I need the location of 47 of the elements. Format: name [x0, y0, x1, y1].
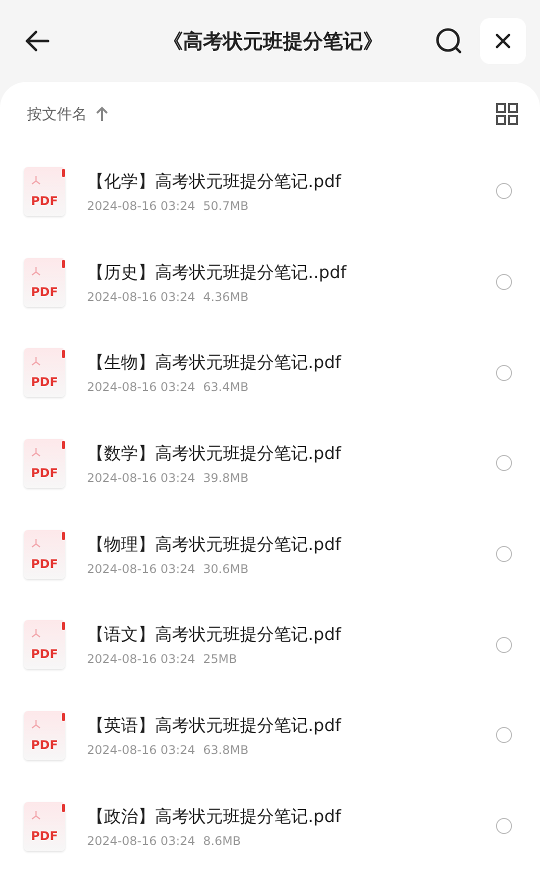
file-date: 2024-08-16 03:24 [87, 652, 196, 666]
file-size: 39.8MB [203, 470, 248, 485]
pdf-file-icon: PDF [24, 530, 65, 579]
pdf-file-icon: PDF [24, 438, 65, 488]
select-radio[interactable] [496, 727, 512, 744]
file-date: 2024-08-16 03:24 [87, 742, 196, 757]
select-radio[interactable] [496, 455, 512, 472]
close-icon [495, 33, 511, 49]
file-size: 63.4MB [203, 380, 248, 394]
page-title: 《高考状元班提分笔记》 [162, 28, 384, 54]
file-date: 2024-08-16 03:24 [87, 470, 196, 485]
file-name[interactable]: 【语文】高考状元班提分笔记.pdf [87, 623, 496, 646]
file-name[interactable]: 【化学】高考状元班提分笔记.pdf [87, 170, 496, 193]
select-radio[interactable] [496, 183, 512, 200]
sort-button[interactable]: 按文件名 [27, 104, 109, 124]
search-icon[interactable] [434, 26, 464, 56]
file-name[interactable]: 【物理】高考状元班提分笔记.pdf [87, 532, 496, 556]
file-size: 63.8MB [203, 742, 248, 757]
file-date: 2024-08-16 03:24 [87, 198, 196, 213]
select-radio[interactable] [496, 546, 512, 562]
select-radio[interactable] [496, 274, 512, 290]
close-button[interactable] [480, 18, 526, 64]
file-name[interactable]: 【数学】高考状元班提分笔记.pdf [87, 442, 496, 465]
file-date: 2024-08-16 03:24 [87, 380, 196, 394]
file-date: 2024-08-16 03:24 [87, 834, 196, 848]
pdf-file-icon: PDF [24, 258, 65, 307]
file-size: 25MB [203, 652, 237, 666]
pdf-file-icon: PDF [24, 710, 65, 760]
file-name[interactable]: 【历史】高考状元班提分笔记..pdf [87, 260, 496, 284]
arrow-up-icon [95, 106, 109, 122]
pdf-file-icon: PDF [24, 620, 65, 670]
file-size: 8.6MB [203, 834, 241, 848]
file-date: 2024-08-16 03:24 [87, 290, 196, 304]
pdf-file-icon: PDF [24, 166, 65, 216]
select-radio[interactable] [496, 364, 512, 381]
select-radio[interactable] [496, 636, 512, 653]
file-size: 50.7MB [203, 198, 248, 213]
pdf-file-icon: PDF [24, 802, 65, 851]
file-name[interactable]: 【生物】高考状元班提分笔记.pdf [87, 351, 496, 374]
pdf-file-icon: PDF [24, 348, 65, 398]
file-size: 30.6MB [203, 562, 248, 576]
select-radio[interactable] [496, 818, 512, 834]
grid-view-icon[interactable] [496, 103, 518, 125]
file-size: 4.36MB [203, 290, 248, 304]
file-date: 2024-08-16 03:24 [87, 562, 196, 576]
file-name[interactable]: 【政治】高考状元班提分笔记.pdf [87, 804, 496, 828]
file-name[interactable]: 【英语】高考状元班提分笔记.pdf [87, 714, 496, 737]
